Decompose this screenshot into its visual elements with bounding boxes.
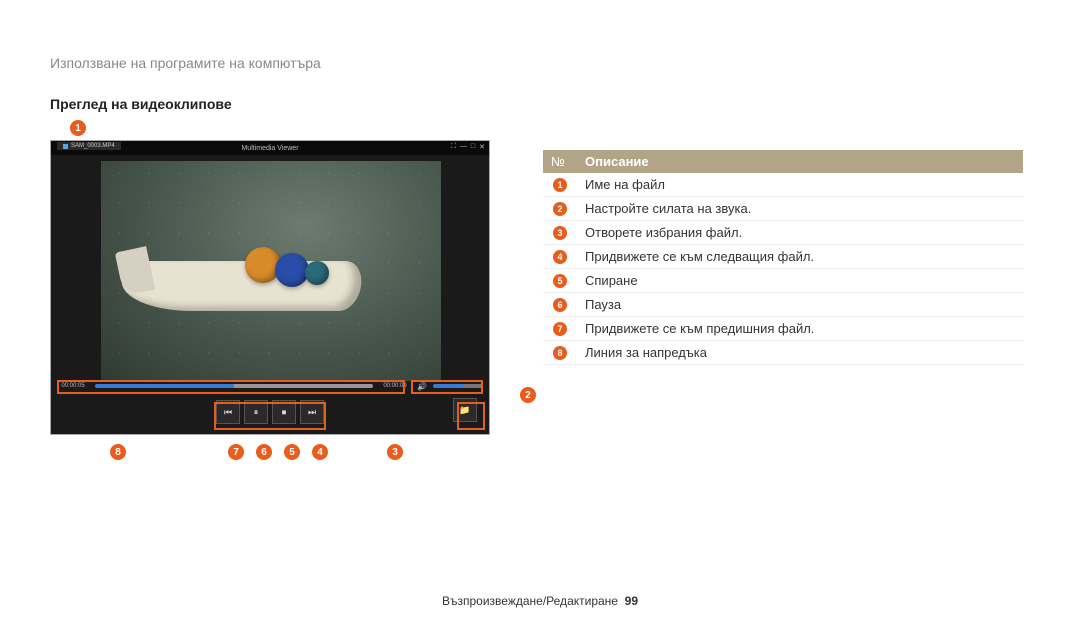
- multimedia-viewer-window: SAM_0003.MP4 Multimedia Viewer ⛶ — □ ✕: [50, 140, 490, 435]
- legend-desc: Пауза: [577, 293, 1023, 316]
- breadcrumb: Използване на програмите на компютъра: [50, 55, 321, 71]
- titlebar: SAM_0003.MP4 Multimedia Viewer ⛶ — □ ✕: [51, 141, 489, 155]
- callout-8: 8: [110, 444, 126, 460]
- legend-desc: Настройте силата на звука.: [577, 197, 1023, 220]
- legend-desc: Спиране: [577, 269, 1023, 292]
- legend-header-desc: Описание: [577, 150, 1023, 173]
- legend-bullet: 5: [553, 274, 567, 288]
- legend-row: 2 Настройте силата на звука.: [543, 197, 1023, 221]
- section-title: Преглед на видеоклипове: [50, 96, 232, 112]
- callout-1: 1: [70, 120, 86, 136]
- callout-2: 2: [520, 387, 536, 403]
- next-button[interactable]: ⏭: [300, 400, 324, 424]
- legend-row: 8 Линия за напредъка: [543, 341, 1023, 365]
- boat-image: [121, 261, 361, 331]
- fullscreen-icon[interactable]: ⛶: [451, 143, 456, 151]
- footer: Възпроизвеждане/Редактиране 99: [0, 594, 1080, 608]
- open-folder-button[interactable]: 📁: [453, 398, 477, 422]
- callout-6: 6: [256, 444, 272, 460]
- volume-slider[interactable]: [433, 384, 483, 388]
- legend-desc: Придвижете се към предишния файл.: [577, 317, 1023, 340]
- video-area: [101, 161, 441, 381]
- legend-row: 5 Спиране: [543, 269, 1023, 293]
- time-current: 00:00:05: [57, 383, 89, 389]
- file-name: SAM_0003.MP4: [71, 143, 115, 149]
- legend-bullet: 6: [553, 298, 567, 312]
- legend-header-num: №: [543, 150, 577, 173]
- legend-desc: Придвижете се към следващия файл.: [577, 245, 1023, 268]
- legend-row: 7 Придвижете се към предишния файл.: [543, 317, 1023, 341]
- legend-bullet: 7: [553, 322, 567, 336]
- pause-button[interactable]: ⏸: [244, 400, 268, 424]
- time-total: 00:00:09: [379, 383, 411, 389]
- legend-bullet: 4: [553, 250, 567, 264]
- legend-row: 4 Придвижете се към следващия файл.: [543, 245, 1023, 269]
- legend-table: № Описание 1 Име на файл 2 Настройте силат…: [543, 150, 1023, 365]
- close-icon[interactable]: ✕: [479, 143, 485, 151]
- footer-text: Възпроизвеждане/Редактиране: [442, 594, 618, 608]
- figure: 1 SAM_0003.MP4 Multimedia Viewer ⛶ — □ ✕: [50, 140, 490, 435]
- legend-header: № Описание: [543, 150, 1023, 173]
- callout-4: 4: [312, 444, 328, 460]
- legend-desc: Име на файл: [577, 173, 1023, 196]
- legend-bullet: 1: [553, 178, 567, 192]
- volume-icon[interactable]: 🔊: [417, 382, 427, 391]
- legend-row: 3 Отворете избрания файл.: [543, 221, 1023, 245]
- callout-7: 7: [228, 444, 244, 460]
- maximize-icon[interactable]: □: [471, 143, 475, 151]
- callout-5: 5: [284, 444, 300, 460]
- minimize-icon[interactable]: —: [460, 143, 467, 151]
- progress-bar[interactable]: [95, 384, 373, 388]
- stop-button[interactable]: ⏹: [272, 400, 296, 424]
- legend-bullet: 2: [553, 202, 567, 216]
- legend-row: 6 Пауза: [543, 293, 1023, 317]
- legend-bullet: 8: [553, 346, 567, 360]
- legend-desc: Линия за напредъка: [577, 341, 1023, 364]
- callout-3: 3: [387, 444, 403, 460]
- prev-button[interactable]: ⏮: [216, 400, 240, 424]
- legend-desc: Отворете избрания файл.: [577, 221, 1023, 244]
- file-icon: [63, 144, 68, 149]
- page-number: 99: [625, 594, 638, 608]
- legend-row: 1 Име на файл: [543, 173, 1023, 197]
- window-title: Multimedia Viewer: [241, 145, 298, 152]
- controls-area: 00:00:05 00:00:09 🔊 ⏮ ⏸ ⏹ ⏭ 📁: [57, 378, 483, 428]
- file-tab[interactable]: SAM_0003.MP4: [57, 142, 121, 150]
- legend-bullet: 3: [553, 226, 567, 240]
